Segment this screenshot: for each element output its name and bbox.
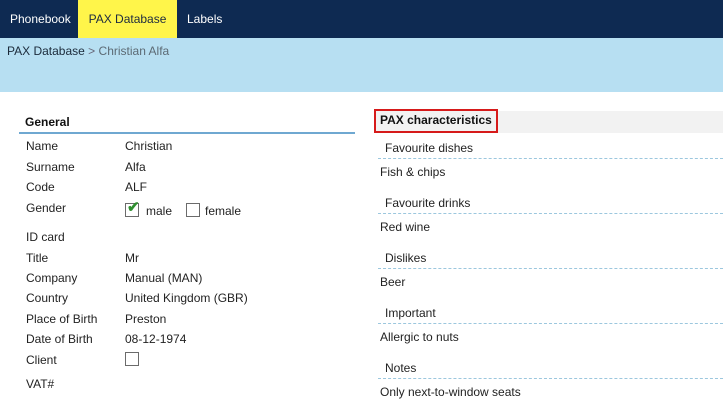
gender-label: Gender [26, 201, 67, 215]
place-of-birth-value: Preston [125, 312, 167, 326]
dislikes-divider [378, 268, 723, 269]
surname-value: Alfa [125, 160, 146, 174]
title-label: Title [26, 251, 49, 265]
favourite-drinks-value: Red wine [380, 220, 431, 234]
notes-divider [378, 378, 723, 379]
favourite-dishes-heading: Favourite dishes [385, 141, 474, 155]
tab-pax-database[interactable]: PAX Database [78, 0, 177, 38]
breadcrumb-separator: > [88, 44, 96, 58]
dislikes-heading: Dislikes [385, 251, 427, 265]
dislikes-value: Beer [380, 275, 406, 289]
favourite-drinks-divider [378, 213, 723, 214]
surname-label: Surname [26, 160, 75, 174]
breadcrumb-bar: PAX Database > Christian Alfa [0, 38, 723, 92]
notes-value: Only next-to-window seats [380, 385, 521, 399]
place-of-birth-label: Place of Birth [26, 312, 98, 326]
favourite-dishes-value: Fish & chips [380, 165, 446, 179]
company-value: Manual (MAN) [125, 271, 203, 285]
important-heading: Important [385, 306, 436, 320]
favourite-drinks-heading: Favourite drinks [385, 196, 471, 210]
date-of-birth-label: Date of Birth [26, 332, 93, 346]
important-value: Allergic to nuts [380, 330, 459, 344]
breadcrumb-section-link[interactable]: PAX Database [7, 44, 85, 58]
client-checkbox[interactable] [125, 352, 139, 366]
country-value: United Kingdom (GBR) [125, 291, 248, 305]
title-value: Mr [125, 251, 139, 265]
general-divider [19, 132, 355, 134]
client-label: Client [26, 353, 57, 367]
breadcrumb: PAX Database > Christian Alfa [7, 44, 169, 58]
vat-label: VAT# [26, 377, 55, 391]
general-section-title: General [25, 115, 70, 129]
name-label: Name [26, 139, 59, 153]
checkmark-icon: ✔ [127, 199, 140, 216]
country-label: Country [26, 291, 69, 305]
name-value: Christian [125, 139, 173, 153]
top-nav: Phonebook PAX Database Labels [0, 0, 723, 38]
gender-male-checkbox[interactable]: ✔ [125, 199, 140, 217]
code-label: Code [26, 180, 55, 194]
tab-labels[interactable]: Labels [177, 0, 232, 38]
important-divider [378, 323, 723, 324]
breadcrumb-current: Christian Alfa [98, 44, 170, 58]
tab-phonebook[interactable]: Phonebook [0, 0, 81, 38]
id-card-label: ID card [26, 230, 65, 244]
favourite-dishes-divider [378, 158, 723, 159]
notes-heading: Notes [385, 361, 417, 375]
gender-male-label: male [146, 204, 173, 218]
pax-characteristics-title: PAX characteristics [374, 109, 498, 133]
gender-female-label: female [205, 204, 242, 218]
code-value: ALF [125, 180, 148, 194]
company-label: Company [26, 271, 78, 285]
gender-female-checkbox[interactable] [186, 203, 200, 217]
date-of-birth-value: 08-12-1974 [125, 332, 187, 346]
